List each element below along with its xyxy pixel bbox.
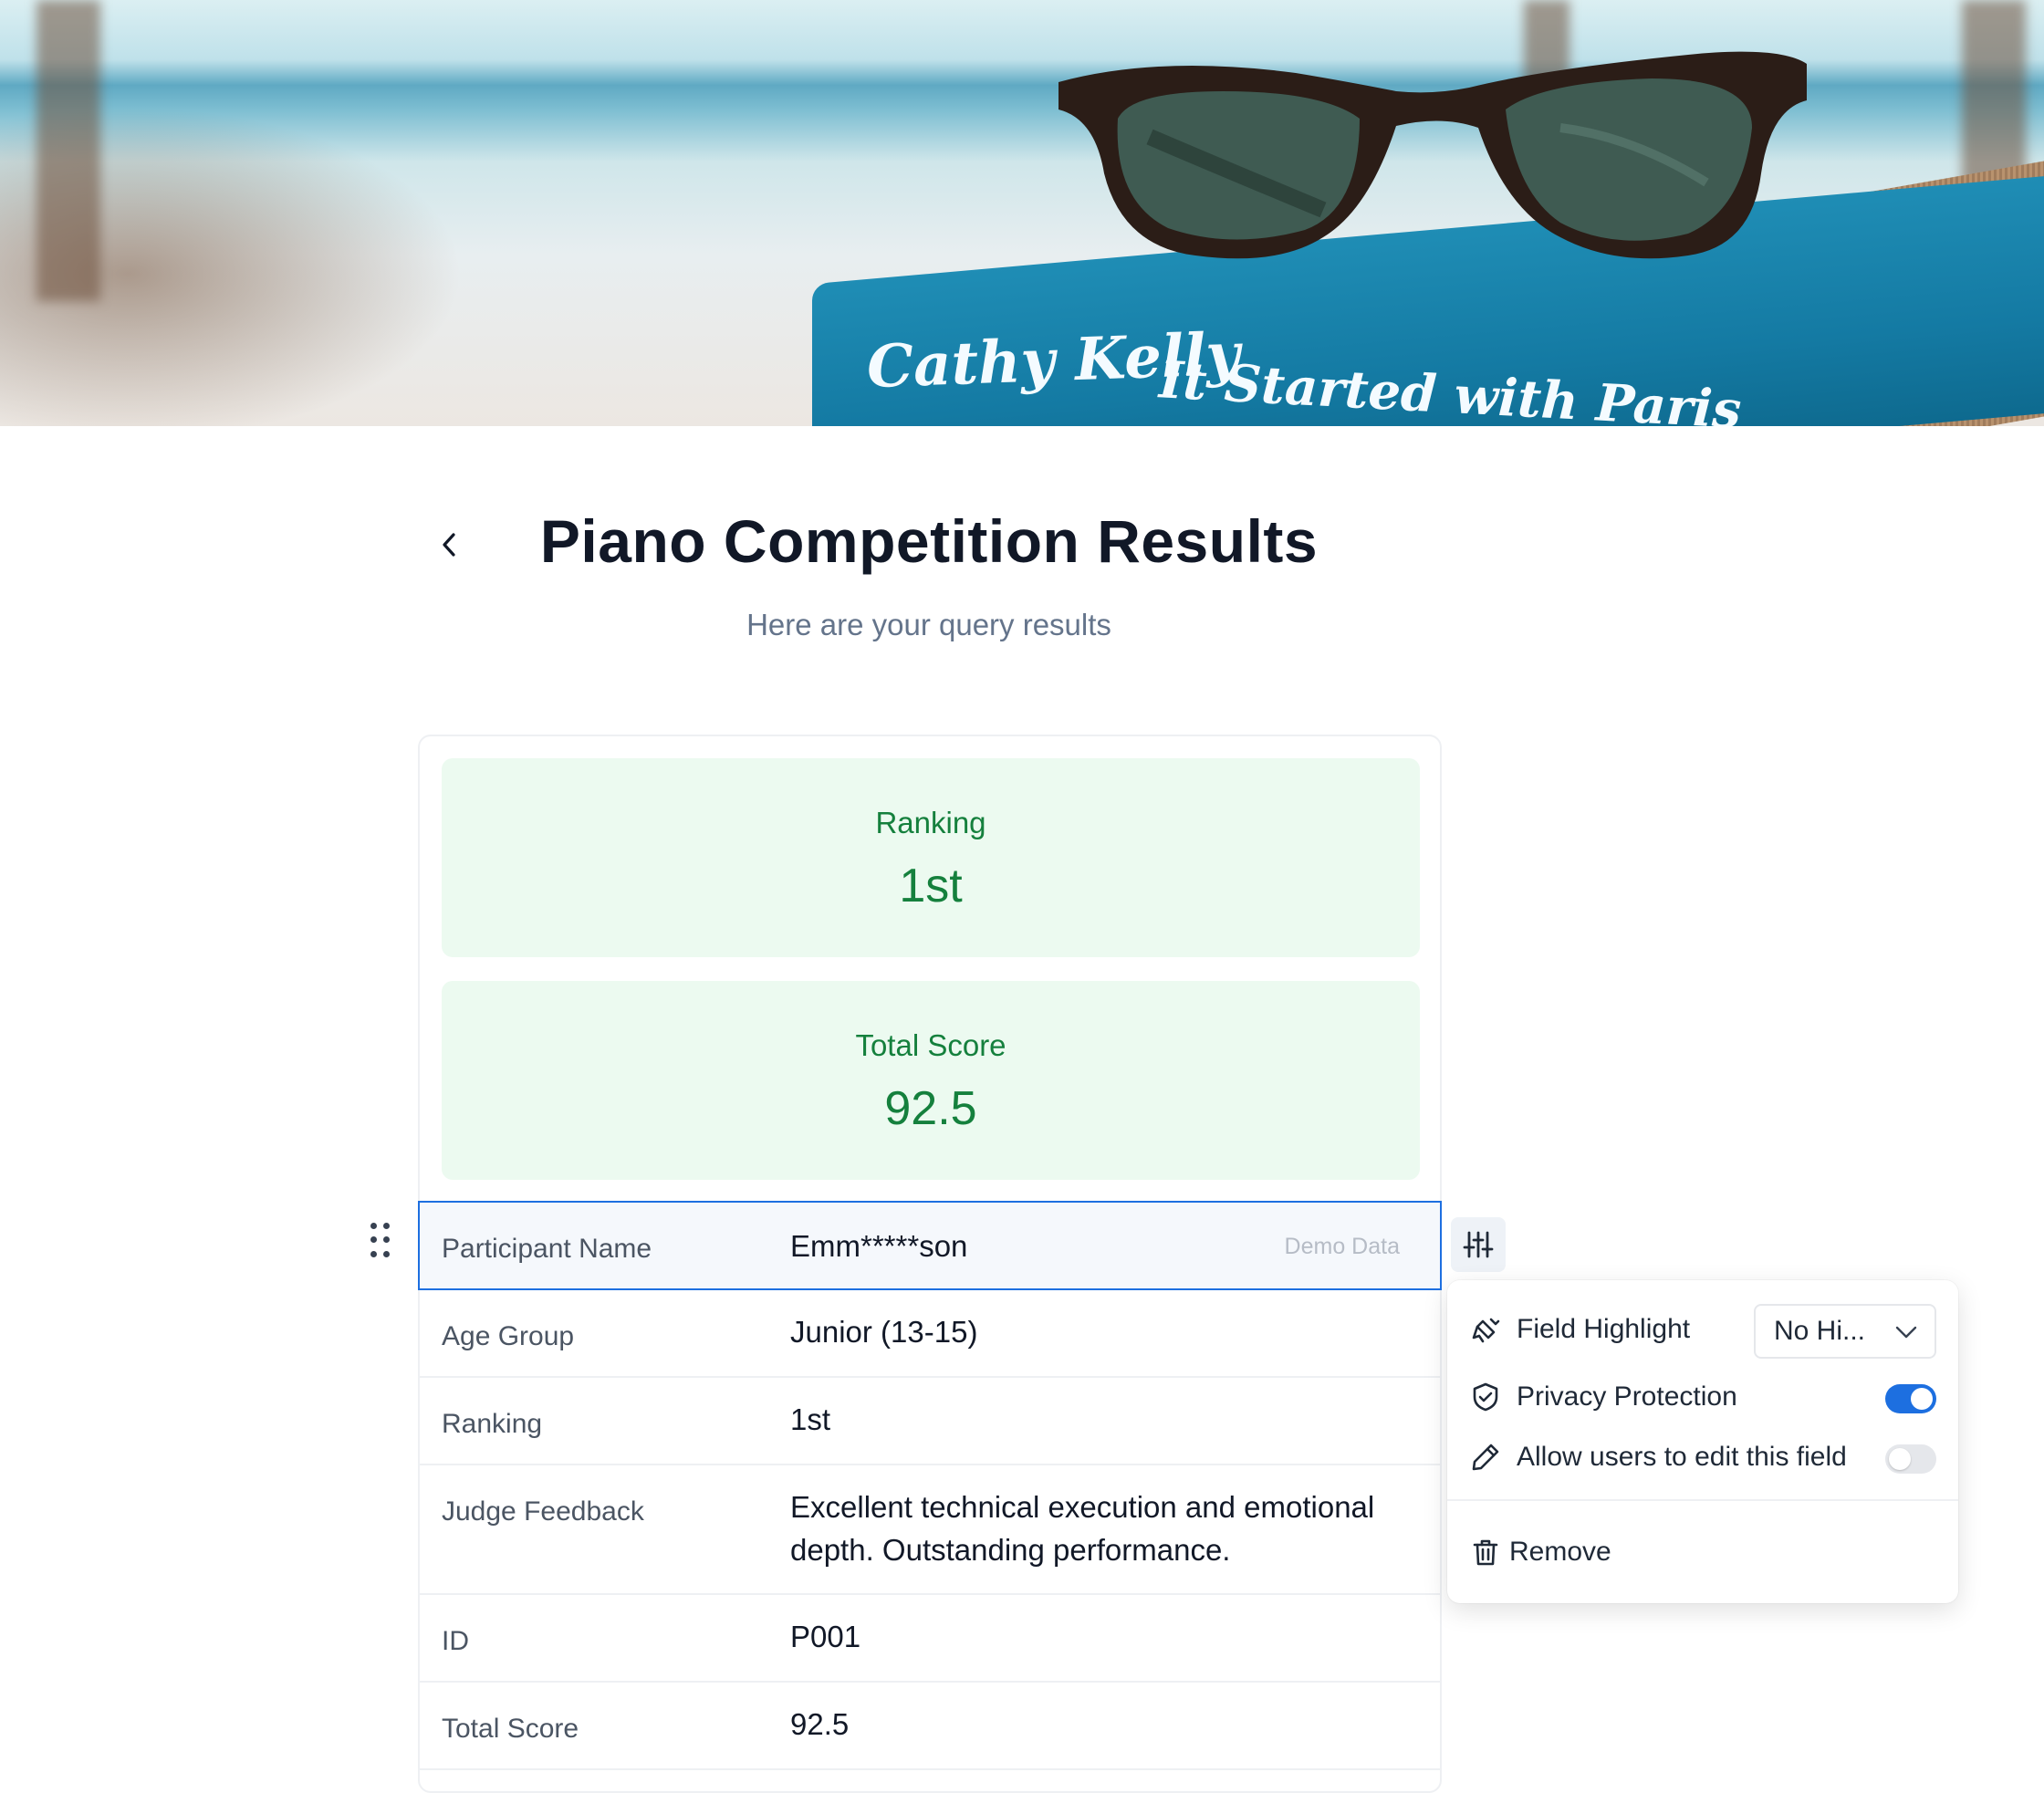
field-row-participant-name[interactable]: Participant Name Emm*****son Demo Data [418,1201,1442,1290]
field-settings-button[interactable] [1451,1217,1506,1272]
field-value: P001 [790,1620,861,1653]
stat-card-total-score: Total Score 92.5 [442,981,1420,1180]
remove-field-button[interactable]: Remove [1469,1536,1936,1569]
field-value: 92.5 [790,1707,850,1741]
field-highlight-label: Field Highlight [1517,1314,1691,1344]
field-row-age-group[interactable]: Age Group Junior (13-15) [418,1290,1442,1378]
field-options-popover: Field Highlight No Hi... Privacy Protect… [1447,1280,1958,1603]
field-row-judge-feedback[interactable]: Judge Feedback Excellent technical execu… [418,1465,1442,1595]
field-value: Junior (13-15) [790,1315,978,1349]
field-label: ID [442,1626,469,1656]
privacy-protection-label: Privacy Protection [1517,1381,1737,1412]
banner-blurred-post-left [36,0,100,301]
stat-value: 92.5 [884,1082,977,1135]
privacy-protection-toggle[interactable] [1885,1384,1936,1413]
allow-edit-label: Allow users to edit this field [1517,1442,1847,1472]
chevron-down-icon [1895,1326,1917,1339]
allow-edit-toggle[interactable] [1885,1444,1936,1474]
field-row-total-score[interactable]: Total Score 92.5 [418,1683,1442,1770]
field-label: Age Group [442,1321,575,1351]
sunglasses-illustration [1058,51,1807,259]
shield-check-icon [1469,1381,1502,1413]
page-title: Piano Competition Results [539,507,1319,575]
field-row-id[interactable]: ID P001 [418,1595,1442,1683]
stat-label: Ranking [875,806,986,839]
privacy-protection-row: Privacy Protection [1469,1381,1936,1413]
remove-label: Remove [1509,1537,1611,1567]
page-subtitle: Here are your query results [746,608,1111,641]
paintbrush-icon [1469,1313,1502,1346]
sliders-icon [1463,1231,1494,1258]
pencil-icon [1469,1441,1502,1474]
field-row-ranking[interactable]: Ranking 1st [418,1378,1442,1465]
field-highlight-select[interactable]: No Hi... [1754,1304,1936,1359]
hero-banner-image: Cathy Kelly It Started with Paris [0,0,2044,426]
stat-label: Total Score [855,1028,1006,1062]
field-label: Participant Name [442,1234,652,1264]
field-value: 1st [790,1402,831,1436]
stat-value: 1st [899,860,963,912]
field-label: Total Score [442,1714,579,1744]
field-label: Judge Feedback [442,1496,644,1527]
trash-icon [1469,1536,1502,1569]
field-value: Excellent technical execution and emotio… [790,1490,1375,1567]
stat-card-ranking: Ranking 1st [442,758,1420,957]
demo-data-badge: Demo Data [1284,1234,1400,1259]
popover-divider [1447,1499,1958,1501]
drag-handle-icon[interactable] [370,1223,392,1259]
allow-edit-row: Allow users to edit this field [1469,1441,1936,1474]
field-highlight-value: No Hi... [1774,1316,1866,1346]
field-label: Ranking [442,1409,543,1439]
